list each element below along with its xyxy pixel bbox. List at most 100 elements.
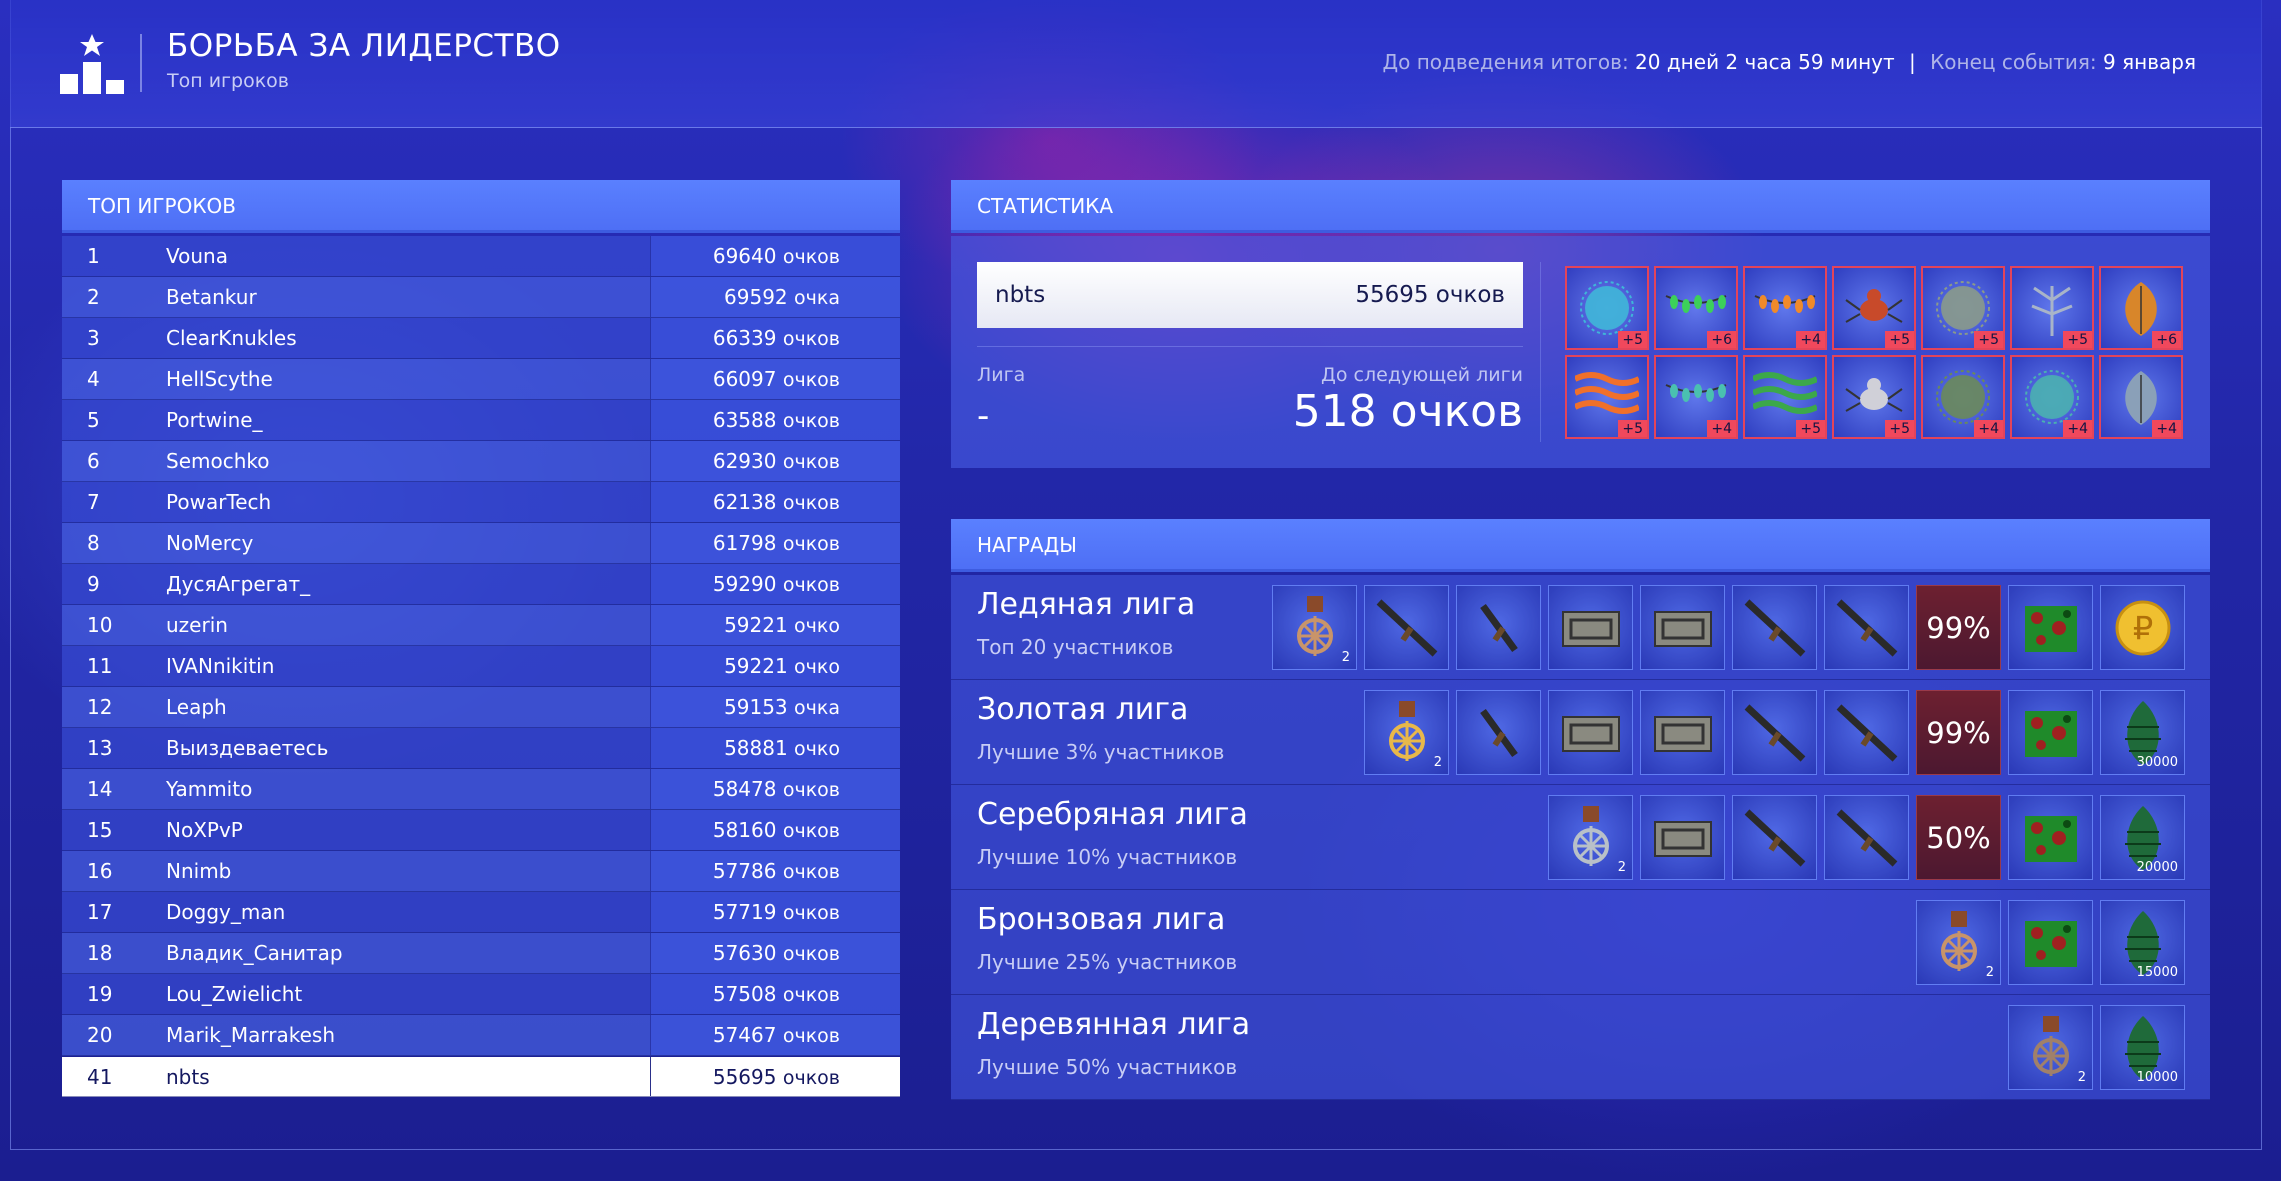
leaderboard-row[interactable]: 17 Doggy_man 57719 очков bbox=[62, 892, 900, 933]
leaderboard-row[interactable]: 19 Lou_Zwielicht 57508 очков bbox=[62, 974, 900, 1015]
reward-slot[interactable] bbox=[1548, 585, 1633, 670]
row-rank: 19 bbox=[87, 982, 113, 1006]
leaderboard-list[interactable]: 1 Vouna 69640 очков 2 Betankur 69592 очка 3 Cle… bbox=[62, 236, 900, 1097]
reward-slot[interactable] bbox=[1732, 585, 1817, 670]
collected-item[interactable]: +5 bbox=[1565, 266, 1649, 350]
reward-slot[interactable]: 20000 bbox=[2100, 795, 2185, 880]
reward-slot[interactable] bbox=[1548, 690, 1633, 775]
reward-slot[interactable] bbox=[1824, 690, 1909, 775]
leaderboard-row[interactable]: 16 Nnimb 57786 очков bbox=[62, 851, 900, 892]
row-score-unit: очко bbox=[794, 656, 840, 678]
reward-slot[interactable]: 99% bbox=[1916, 690, 2001, 775]
reward-slot[interactable]: 2 bbox=[1364, 690, 1449, 775]
reward-slot[interactable]: 2 bbox=[1272, 585, 1357, 670]
item-count-badge: +6 bbox=[2152, 331, 2181, 348]
reward-slot[interactable]: 30000 bbox=[2100, 690, 2185, 775]
leaderboard-row-current-player[interactable]: 41 nbts 55695 очков bbox=[62, 1057, 900, 1097]
reward-slot[interactable] bbox=[1732, 795, 1817, 880]
row-score-cell: 62138 очков bbox=[650, 482, 900, 522]
row-player-name: ДусяАгрегат_ bbox=[166, 572, 311, 596]
reward-slot[interactable] bbox=[1640, 795, 1725, 880]
reward-count: 2 bbox=[2077, 1070, 2086, 1085]
reward-count: 2 bbox=[1617, 860, 1626, 875]
collected-item[interactable]: +4 bbox=[2099, 355, 2183, 439]
collected-item[interactable]: +4 bbox=[1921, 355, 2005, 439]
item-count-badge: +6 bbox=[1707, 331, 1736, 348]
leaderboard-row[interactable]: 6 Semochko 62930 очков bbox=[62, 441, 900, 482]
row-score-cell: 66339 очков bbox=[650, 318, 900, 358]
row-score: 58881 очко bbox=[724, 728, 840, 770]
reward-slot[interactable]: 15000 bbox=[2100, 900, 2185, 985]
leaderboard-row[interactable]: 14 Yammito 58478 очков bbox=[62, 769, 900, 810]
player-name: nbts bbox=[995, 282, 1046, 308]
reward-slot[interactable] bbox=[1456, 585, 1541, 670]
row-score-cell: 58478 очков bbox=[650, 769, 900, 809]
reward-league-row: Ледяная лига Топ 20 участников 2 99% ₽ bbox=[951, 575, 2210, 680]
reward-slot[interactable] bbox=[2008, 900, 2093, 985]
row-score-unit: очков bbox=[782, 369, 840, 391]
collected-item[interactable]: +5 bbox=[1832, 355, 1916, 439]
reward-slot[interactable]: 50% bbox=[1916, 795, 2001, 880]
league-description: Топ 20 участников bbox=[977, 635, 1174, 659]
row-player-name: uzerin bbox=[166, 613, 228, 637]
reward-slot[interactable] bbox=[1824, 795, 1909, 880]
reward-slot[interactable]: 2 bbox=[1548, 795, 1633, 880]
row-score-value: 57467 bbox=[712, 1023, 777, 1047]
reward-slot[interactable] bbox=[2008, 690, 2093, 775]
leaderboard-row[interactable]: 2 Betankur 69592 очка bbox=[62, 277, 900, 318]
reward-slot[interactable] bbox=[1364, 585, 1449, 670]
collected-item[interactable]: +6 bbox=[2099, 266, 2183, 350]
row-score-cell: 59153 очка bbox=[650, 687, 900, 727]
leaderboard-row[interactable]: 3 ClearKnukles 66339 очков bbox=[62, 318, 900, 359]
row-player-name: Leaph bbox=[166, 695, 227, 719]
row-score-unit: очков bbox=[782, 943, 840, 965]
item-count-badge: +5 bbox=[1885, 331, 1914, 348]
reward-count: 15000 bbox=[2136, 965, 2178, 980]
collected-item[interactable]: +5 bbox=[1565, 355, 1649, 439]
reward-slot[interactable]: 99% bbox=[1916, 585, 2001, 670]
leaderboard-row[interactable]: 13 Выиздеваетесь 58881 очко bbox=[62, 728, 900, 769]
reward-slot[interactable]: 2 bbox=[2008, 1005, 2093, 1090]
reward-slot[interactable] bbox=[1456, 690, 1541, 775]
reward-slot[interactable] bbox=[2008, 795, 2093, 880]
row-rank: 5 bbox=[87, 408, 100, 432]
leaderboard-row[interactable]: 8 NoMercy 61798 очков bbox=[62, 523, 900, 564]
reward-slot[interactable] bbox=[1732, 690, 1817, 775]
item-count-badge: +5 bbox=[1974, 331, 2003, 348]
leaderboard-row[interactable]: 10 uzerin 59221 очко bbox=[62, 605, 900, 646]
row-player-name: PowarTech bbox=[166, 490, 272, 514]
row-score: 57719 очков bbox=[713, 892, 840, 934]
reward-slot[interactable]: 2 bbox=[1916, 900, 2001, 985]
collected-item[interactable]: +6 bbox=[1654, 266, 1738, 350]
leaderboard-row[interactable]: 9 ДусяАгрегат_ 59290 очков bbox=[62, 564, 900, 605]
leaderboard-row[interactable]: 5 Portwine_ 63588 очков bbox=[62, 400, 900, 441]
row-score: 66339 очков bbox=[713, 318, 840, 360]
collected-item[interactable]: +5 bbox=[2010, 266, 2094, 350]
reward-slot[interactable] bbox=[2008, 585, 2093, 670]
row-score-unit: очков bbox=[782, 984, 840, 1006]
next-league-value: 518 очков bbox=[1292, 386, 1523, 437]
leaderboard-row[interactable]: 12 Leaph 59153 очка bbox=[62, 687, 900, 728]
row-rank: 20 bbox=[87, 1023, 113, 1047]
collected-item[interactable]: +4 bbox=[2010, 355, 2094, 439]
reward-slot[interactable] bbox=[1640, 585, 1725, 670]
leaderboard-row[interactable]: 4 HellScythe 66097 очков bbox=[62, 359, 900, 400]
leaderboard-row[interactable]: 20 Marik_Marrakesh 57467 очков bbox=[62, 1015, 900, 1056]
collected-item[interactable]: +5 bbox=[1743, 355, 1827, 439]
collected-item[interactable]: +4 bbox=[1743, 266, 1827, 350]
row-score-cell: 63588 очков bbox=[650, 400, 900, 440]
leaderboard-row[interactable]: 11 IVANnikitin 59221 очко bbox=[62, 646, 900, 687]
collected-item[interactable]: +5 bbox=[1832, 266, 1916, 350]
reward-slot[interactable]: ₽ bbox=[2100, 585, 2185, 670]
collected-item[interactable]: +4 bbox=[1654, 355, 1738, 439]
reward-slot[interactable] bbox=[1824, 585, 1909, 670]
leaderboard-row[interactable]: 18 Владик_Санитар 57630 очков bbox=[62, 933, 900, 974]
page-title: БОРЬБА ЗА ЛИДЕРСТВО bbox=[167, 28, 561, 64]
row-rank: 11 bbox=[87, 654, 113, 678]
reward-slot[interactable] bbox=[1640, 690, 1725, 775]
leaderboard-row[interactable]: 15 NoXPvP 58160 очков bbox=[62, 810, 900, 851]
collected-item[interactable]: +5 bbox=[1921, 266, 2005, 350]
reward-slot[interactable]: 10000 bbox=[2100, 1005, 2185, 1090]
leaderboard-row[interactable]: 1 Vouna 69640 очков bbox=[62, 236, 900, 277]
leaderboard-row[interactable]: 7 PowarTech 62138 очков bbox=[62, 482, 900, 523]
